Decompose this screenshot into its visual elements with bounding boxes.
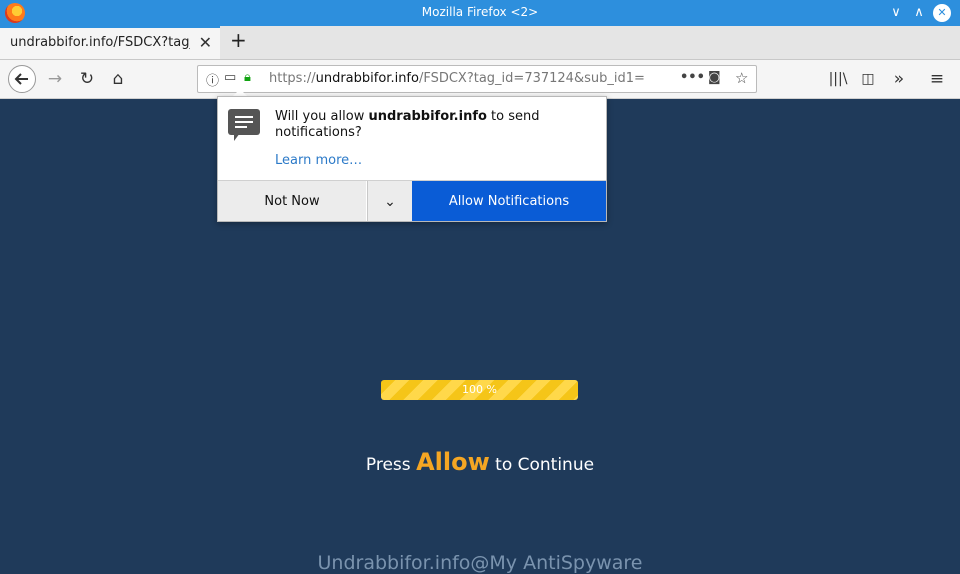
close-window-icon[interactable]: ✕ xyxy=(933,4,951,22)
learn-more-link[interactable]: Learn more… xyxy=(275,153,362,168)
overflow-icon[interactable]: » xyxy=(887,67,911,91)
notification-permission-popup: Will you allow undrabbifor.info to send … xyxy=(217,96,607,222)
home-icon[interactable]: ⌂ xyxy=(106,67,130,91)
url-bar[interactable]: ⓘ ▭ 🔒︎ https://undrabbifor.info/FSDCX?ta… xyxy=(197,65,757,93)
tab-active[interactable]: undrabbifor.info/FSDCX?tag_id=737124&sub… xyxy=(0,26,220,59)
url-text[interactable]: https://undrabbifor.info/FSDCX?tag_id=73… xyxy=(269,71,644,86)
chevron-down-icon[interactable]: ⌄ xyxy=(367,181,412,221)
tab-close-icon[interactable]: ✕ xyxy=(199,33,212,52)
menu-icon[interactable]: ≡ xyxy=(925,67,949,91)
progress-text: 100 % xyxy=(462,383,497,396)
window-title: Mozilla Firefox <2> xyxy=(421,5,539,19)
progress-bar: 100 % xyxy=(381,380,578,400)
popup-buttons: Not Now ⌄ Allow Notifications xyxy=(218,180,606,221)
maximize-icon[interactable]: ∧ xyxy=(910,4,928,22)
title-bar: Mozilla Firefox <2> ∨ ∧ ✕ xyxy=(0,0,960,26)
lock-icon: 🔒︎ xyxy=(244,70,251,85)
notification-icon[interactable]: ▭ xyxy=(224,70,236,85)
tab-strip: undrabbifor.info/FSDCX?tag_id=737124&sub… xyxy=(0,26,960,60)
pocket-icon[interactable]: ◙ xyxy=(708,70,721,85)
back-icon[interactable] xyxy=(8,65,36,93)
allow-notifications-button[interactable]: Allow Notifications xyxy=(412,181,606,221)
info-icon[interactable]: ⓘ xyxy=(206,70,219,89)
popup-message: Will you allow undrabbifor.info to send … xyxy=(275,109,540,140)
library-icon[interactable]: |||\ xyxy=(826,67,850,91)
notification-icon xyxy=(228,109,260,141)
new-tab-icon[interactable]: + xyxy=(230,28,247,52)
forward-icon[interactable]: → xyxy=(43,67,67,91)
tab-label: undrabbifor.info/FSDCX?tag_id=737124&sub xyxy=(10,35,190,50)
bookmark-star-icon[interactable]: ☆ xyxy=(735,69,748,87)
minimize-icon[interactable]: ∨ xyxy=(887,4,905,22)
sidebar-icon[interactable]: ◫ xyxy=(856,67,880,91)
watermark: Undrabbifor.info@My AntiSpyware xyxy=(317,552,643,574)
allow-word: Allow xyxy=(416,448,490,476)
press-allow-message: Press Allow to Continue xyxy=(365,448,595,476)
more-icon[interactable]: ••• xyxy=(680,70,705,85)
reload-icon[interactable]: ↻ xyxy=(75,67,99,91)
navigation-toolbar: → ↻ ⌂ ⓘ ▭ 🔒︎ https://undrabbifor.info/FS… xyxy=(0,60,960,99)
not-now-button[interactable]: Not Now xyxy=(218,181,366,221)
